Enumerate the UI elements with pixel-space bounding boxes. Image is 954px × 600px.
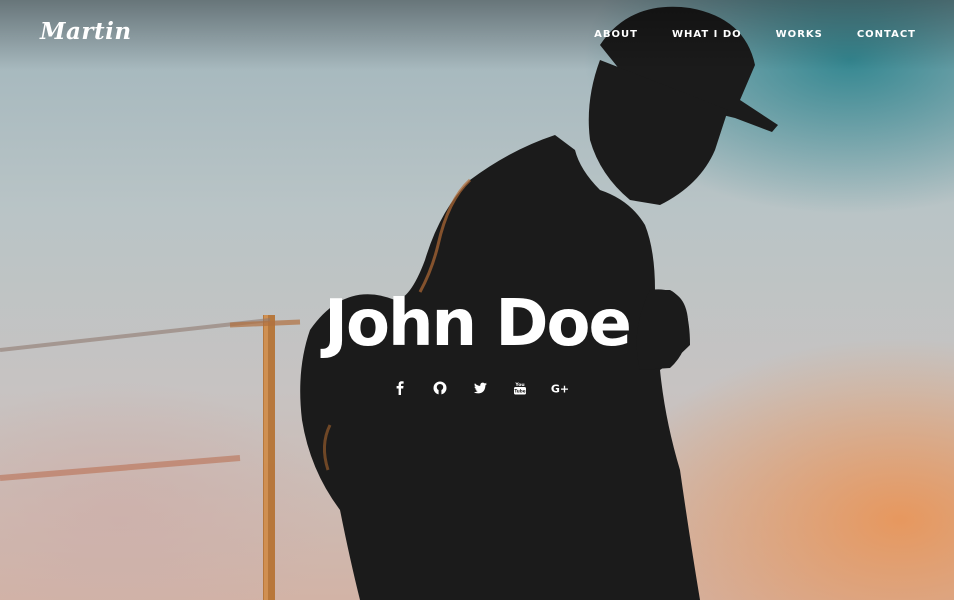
youtube-tube-text: Tube [514, 389, 525, 394]
facebook-icon[interactable] [390, 378, 410, 398]
youtube-you-text: You [514, 382, 524, 388]
nav-link-works[interactable]: WORKS [776, 28, 823, 42]
hero-section: Martin ABOUT WHAT I DO WORKS CONTACT Joh… [0, 0, 954, 600]
youtube-icon[interactable]: You Tube [510, 378, 530, 398]
google-plus-icon[interactable]: G+ [550, 378, 570, 398]
site-logo[interactable]: Martin [40, 18, 132, 45]
hero-name-title: John Doe [324, 287, 632, 361]
twitter-icon[interactable] [470, 378, 490, 398]
nav-link-contact[interactable]: CONTACT [857, 28, 916, 42]
nav-link-what-i-do[interactable]: WHAT I DO [672, 28, 742, 42]
nav-link-about[interactable]: ABOUT [594, 28, 638, 42]
social-links: You Tube G+ [390, 378, 570, 398]
main-navigation: ABOUT WHAT I DO WORKS CONTACT [560, 28, 916, 42]
google-plus-text: G+ [551, 383, 569, 396]
github-icon[interactable] [430, 378, 450, 398]
